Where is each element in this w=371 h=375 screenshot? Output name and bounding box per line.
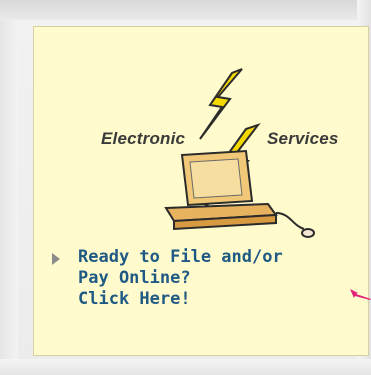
electronic-services-logo[interactable]: Electronic Services: [70, 63, 340, 241]
bottom-shadow: [0, 359, 371, 375]
page: Electronic Services Ready to File and/or…: [0, 0, 371, 375]
pink-pointer-arrow-icon: [350, 289, 371, 300]
triangle-bullet-icon: [52, 253, 60, 265]
file-pay-online-text[interactable]: Ready to File and/or Pay Online? Click H…: [78, 247, 283, 310]
cta-line-1: Ready to File and/or: [78, 247, 283, 267]
top-strip: [0, 0, 371, 20]
left-shadow: [0, 20, 18, 375]
cta-line-3: Click Here!: [78, 289, 191, 309]
cta-line-2: Pay Online?: [78, 268, 191, 288]
electronic-services-card: Electronic Services Ready to File and/or…: [33, 26, 369, 356]
computer-lightning-icon: [164, 68, 315, 238]
